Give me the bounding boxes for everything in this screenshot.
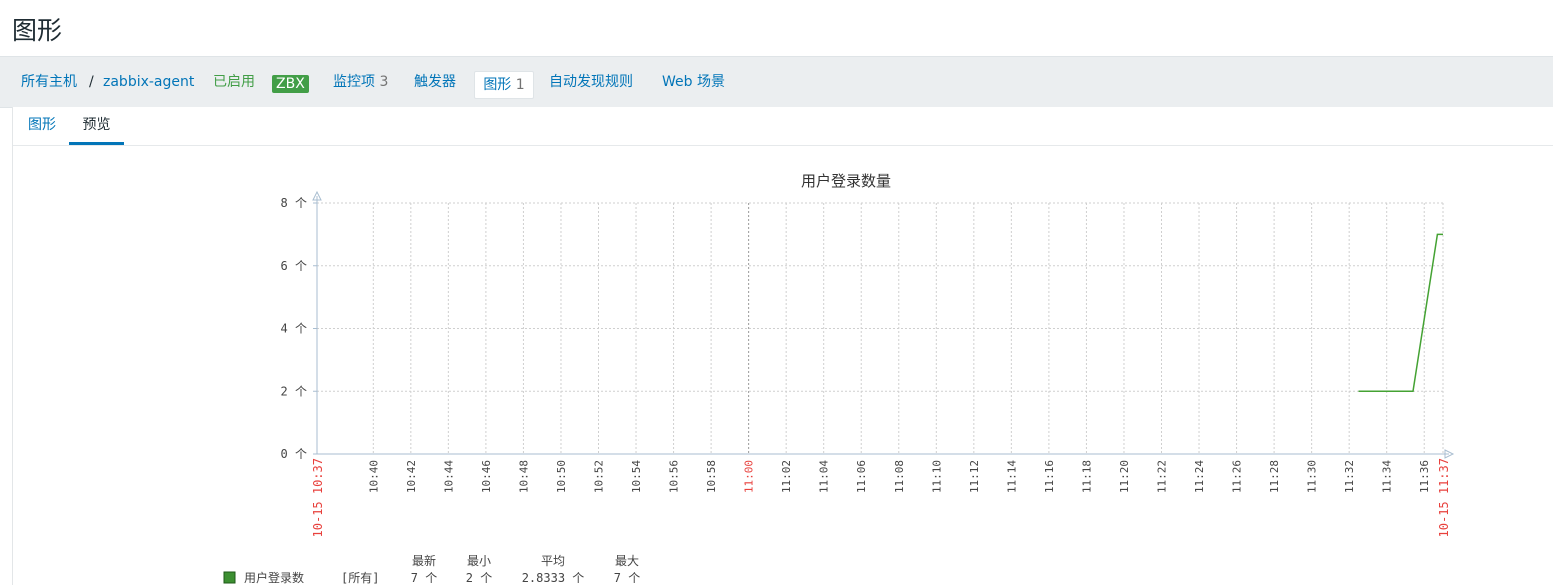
items-label: 监控项	[333, 74, 375, 90]
legend-color-swatch	[223, 571, 236, 584]
x-tick-label: 10:52	[593, 460, 606, 493]
y-tick-label: 0 个	[281, 447, 307, 461]
legend-series-func: [所有]	[341, 571, 379, 585]
horizontal-gridlines	[313, 202, 1443, 455]
x-tick-label: 10:46	[480, 460, 493, 493]
items-link[interactable]: 监控项 3	[333, 57, 388, 107]
x-tick-label: 10:48	[517, 460, 530, 493]
y-tick-label: 6 个	[281, 259, 307, 273]
x-tick-label: 11:10	[930, 460, 943, 493]
graphs-link[interactable]: 图形 1	[474, 71, 534, 99]
x-tick-label: 10:56	[668, 460, 681, 493]
zbx-availability-badge: ZBX	[272, 75, 309, 93]
y-tick-label: 2 个	[281, 384, 307, 398]
x-tick-label: 10:50	[555, 460, 568, 493]
tab-bar: 图形 预览	[13, 107, 1553, 146]
graphs-label: 图形	[483, 77, 512, 93]
legend-min-value: 2 个	[466, 571, 492, 585]
graphs-count: 1	[515, 77, 525, 93]
web-scenarios-link[interactable]: Web 场景	[662, 57, 725, 107]
x-tick-label: 11:26	[1231, 460, 1244, 493]
triggers-link[interactable]: 触发器	[414, 57, 456, 107]
x-tick-label: 10:42	[405, 460, 418, 493]
host-status-enabled[interactable]: 已启用	[213, 57, 255, 107]
legend-avg-value: 2.8333 个	[522, 571, 585, 585]
legend-header-last: 最新	[412, 553, 436, 568]
chart: 用户登录数量 0 个2 个4 个6 个8 个 10:40 10:42 10:44 10…	[223, 172, 1455, 585]
items-count: 3	[379, 74, 389, 90]
x-tick-label: 11:18	[1080, 460, 1093, 493]
x-tick-label: 11:34	[1381, 460, 1394, 493]
host-name-link[interactable]: zabbix-agent	[103, 57, 194, 107]
legend-max-value: 7 个	[614, 571, 640, 585]
x-tick-label: 11:00	[743, 460, 756, 493]
x-tick-labels: 10:40 10:42 10:44 10:46 10:48 10:50 10:52 10:54…	[311, 458, 1451, 537]
x-tick-label: 11:16	[1043, 460, 1056, 493]
series-line	[1358, 233, 1443, 393]
tab-graph[interactable]: 图形	[27, 107, 57, 145]
x-tick-label: 11:08	[893, 460, 906, 493]
x-tick-label: 10:44	[442, 460, 455, 493]
series-lines	[1358, 233, 1443, 393]
content-area: 图形 预览 用户登录数量 0 个2 个4 个6 个8 个 10:40 10:42 1…	[12, 107, 1553, 585]
x-tick-label: 11:06	[855, 460, 868, 493]
legend-header-max: 最大	[615, 554, 639, 568]
y-tick-label: 8 个	[281, 196, 307, 210]
x-tick-label: 11:22	[1156, 460, 1169, 493]
y-tick-label: 4 个	[281, 322, 307, 336]
x-tick-label: 11:24	[1193, 460, 1206, 493]
legend-last-value: 7 个	[411, 571, 437, 585]
x-tick-label: 10:58	[705, 460, 718, 493]
x-tick-label: 11:36	[1418, 460, 1431, 493]
x-start-label: 10-15 10:37	[311, 458, 325, 537]
page-title: 图形	[12, 16, 63, 45]
x-tick-label: 10:40	[367, 460, 380, 493]
legend-header-min: 最小	[467, 554, 491, 568]
x-tick-label: 11:20	[1118, 460, 1131, 493]
discovery-rules-link[interactable]: 自动发现规则	[549, 57, 633, 107]
x-end-label: 10-15 11:37	[1437, 458, 1451, 537]
x-tick-label: 11:04	[818, 460, 831, 493]
x-tick-label: 11:02	[780, 460, 793, 493]
x-tick-label: 10:54	[630, 460, 643, 493]
x-tick-label: 11:32	[1343, 460, 1356, 493]
x-tick-label: 11:14	[1005, 460, 1018, 493]
y-tick-labels: 0 个 2 个 4 个 6 个 8 个	[281, 196, 307, 461]
legend: 最新 最小 平均 最大 用户登录数 [所有] 7 个 2 个 2.8333 个 …	[223, 553, 640, 585]
legend-series-name: 用户登录数	[244, 570, 304, 585]
chart-title: 用户登录数量	[801, 172, 891, 190]
breadcrumb-separator: /	[89, 74, 94, 90]
x-tick-label: 11:28	[1268, 460, 1281, 493]
x-tick-label: 11:12	[968, 460, 981, 493]
tab-preview[interactable]: 预览	[69, 107, 124, 145]
all-hosts-link[interactable]: 所有主机	[21, 57, 77, 107]
host-navigation: 所有主机 / zabbix-agent 已启用 ZBX 监控项 3 触发器 图形…	[0, 56, 1553, 108]
legend-header-avg: 平均	[541, 554, 565, 568]
x-tick-label: 11:30	[1306, 460, 1319, 493]
